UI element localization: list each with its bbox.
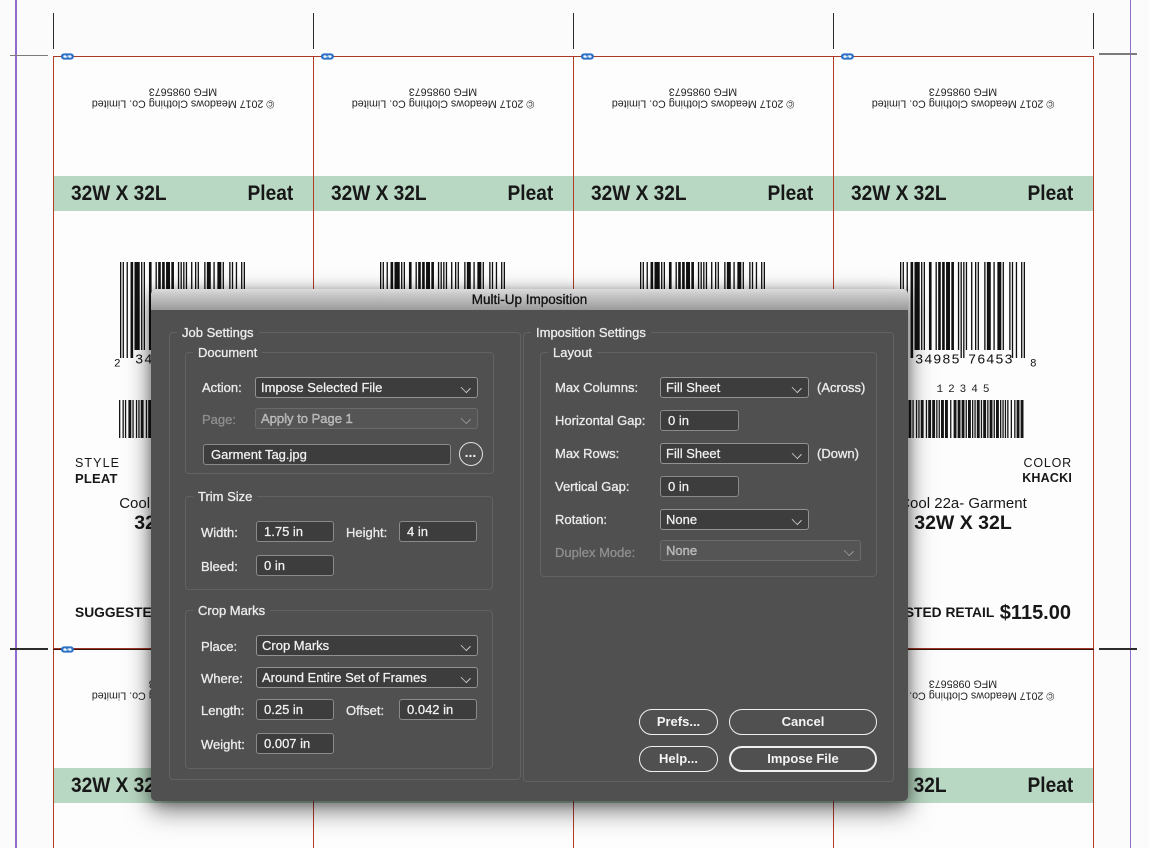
svg-text:2: 2 xyxy=(114,359,121,369)
svg-text:34985: 34985 xyxy=(915,354,960,369)
svg-text:8: 8 xyxy=(1030,359,1037,369)
svg-text:76453: 76453 xyxy=(968,354,1013,369)
